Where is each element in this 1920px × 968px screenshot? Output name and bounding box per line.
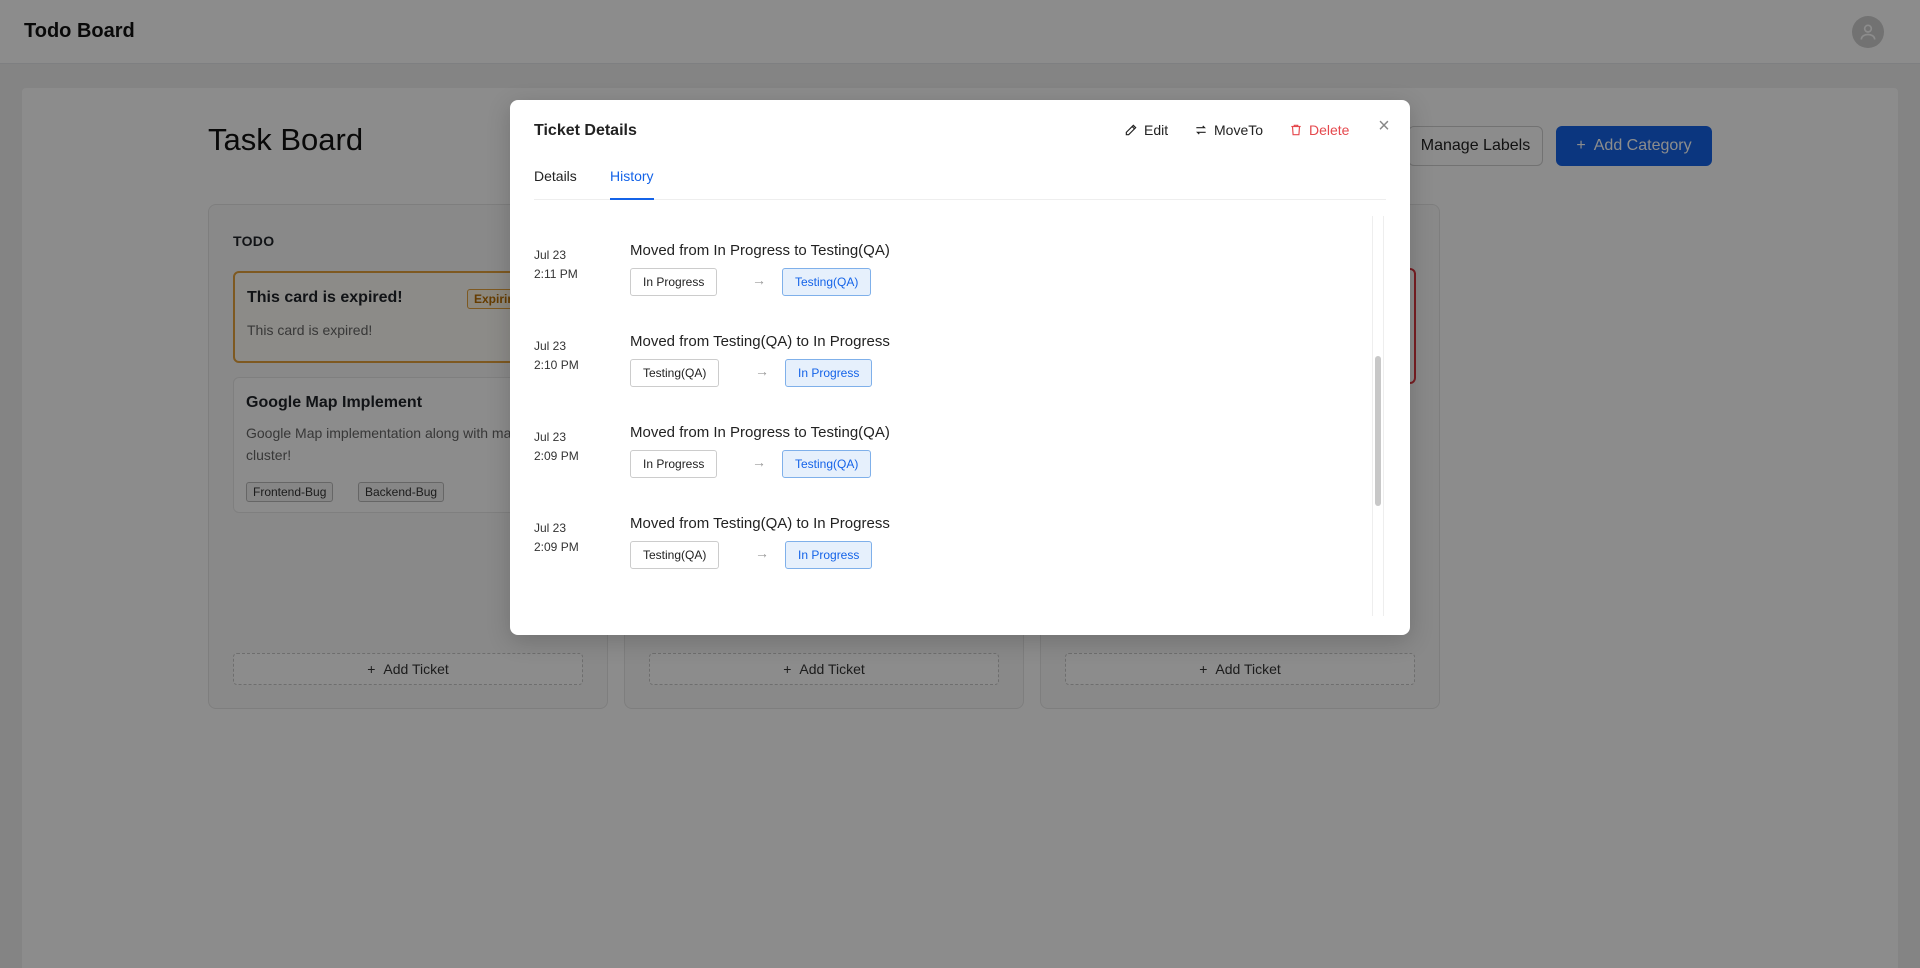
- swap-icon: [1196, 125, 1206, 135]
- to-status-chip: In Progress: [785, 541, 873, 569]
- scrollbar[interactable]: [1372, 216, 1384, 616]
- history-message: Moved from Testing(QA) to In Progress: [630, 333, 890, 350]
- arrow-right-icon: →: [755, 545, 769, 561]
- history-time: 2:09 PM: [534, 449, 579, 463]
- history-timestamp: Jul 23 2:09 PM: [534, 428, 579, 466]
- from-status-chip: In Progress: [630, 450, 718, 478]
- trash-icon: [1291, 124, 1301, 136]
- modal-title: Ticket Details: [534, 122, 637, 139]
- delete-label: Delete: [1309, 122, 1350, 138]
- arrow-right-icon: →: [752, 454, 766, 470]
- to-status-chip: Testing(QA): [782, 450, 872, 478]
- pencil-icon: [1125, 124, 1137, 136]
- history-message: Moved from In Progress to Testing(QA): [630, 424, 890, 441]
- from-status-chip: Testing(QA): [630, 541, 720, 569]
- close-icon[interactable]: ×: [1374, 116, 1394, 136]
- history-timestamp: Jul 23 2:09 PM: [534, 519, 579, 557]
- tab-bar: Details History: [534, 164, 1386, 200]
- arrow-right-icon: →: [755, 363, 769, 379]
- from-status-chip: Testing(QA): [630, 359, 720, 387]
- history-entry: Jul 23 2:10 PM Moved from Testing(QA) to…: [534, 333, 1354, 427]
- history-time: 2:11 PM: [534, 267, 578, 281]
- edit-button[interactable]: Edit: [1124, 122, 1168, 138]
- history-date: Jul 23: [534, 521, 567, 535]
- history-timestamp: Jul 23 2:10 PM: [534, 337, 579, 375]
- scrollbar-thumb[interactable]: [1375, 356, 1381, 506]
- history-message: Moved from Testing(QA) to In Progress: [630, 515, 890, 532]
- tab-history[interactable]: History: [610, 168, 654, 200]
- move-to-button[interactable]: MoveTo: [1194, 122, 1263, 138]
- move-to-label: MoveTo: [1214, 122, 1264, 138]
- to-status-chip: In Progress: [785, 359, 873, 387]
- history-timestamp: Jul 23 2:11 PM: [534, 246, 578, 284]
- history-list[interactable]: Jul 23 2:11 PM Moved from In Progress to…: [534, 216, 1386, 616]
- tab-details[interactable]: Details: [534, 168, 577, 200]
- history-message: Moved from In Progress to Testing(QA): [630, 242, 890, 259]
- history-entry: Jul 23 2:09 PM Moved from Testing(QA) to…: [534, 515, 1354, 609]
- to-status-chip: Testing(QA): [782, 268, 872, 296]
- history-time: 2:10 PM: [534, 358, 579, 372]
- delete-button[interactable]: Delete: [1289, 122, 1349, 138]
- edit-label: Edit: [1144, 122, 1169, 138]
- history-time: 2:09 PM: [534, 540, 579, 554]
- history-date: Jul 23: [534, 430, 567, 444]
- history-date: Jul 23: [534, 339, 567, 353]
- ticket-details-modal: Ticket Details Edit MoveTo Delete × Deta…: [510, 100, 1410, 635]
- arrow-right-icon: →: [752, 272, 766, 288]
- history-entry: Jul 23 2:11 PM Moved from In Progress to…: [534, 242, 1354, 336]
- history-entry: Jul 23 2:09 PM Moved from In Progress to…: [534, 424, 1354, 518]
- from-status-chip: In Progress: [630, 268, 718, 296]
- history-date: Jul 23: [534, 248, 567, 262]
